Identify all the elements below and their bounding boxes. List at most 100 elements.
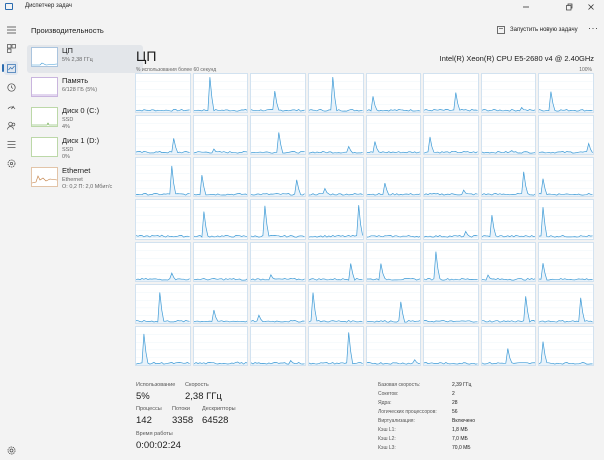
close-icon bbox=[588, 3, 594, 10]
logical-processor-graph bbox=[307, 157, 364, 198]
logical-processor-graph bbox=[135, 199, 191, 240]
run-new-task-label: Запустить новую задачу bbox=[510, 27, 578, 33]
uptime-label: Время работы bbox=[136, 431, 173, 437]
device-detail: SSD bbox=[62, 147, 74, 153]
prop-label: Кэш L3: bbox=[378, 445, 396, 451]
nav-details[interactable] bbox=[4, 137, 18, 151]
logical-processor-graph bbox=[423, 199, 479, 240]
logical-processor-graph bbox=[250, 157, 306, 198]
logical-processor-graph bbox=[192, 157, 249, 198]
logical-processor-graph bbox=[365, 325, 422, 366]
device-disk-0[interactable]: Диск 0 (C:) SSD 4% bbox=[27, 105, 143, 133]
logical-processor-graph bbox=[538, 199, 594, 240]
logical-processor-graph bbox=[365, 241, 422, 282]
processes-icon bbox=[6, 43, 16, 53]
task-manager-logo-icon bbox=[5, 3, 13, 10]
logical-processor-graph bbox=[192, 73, 249, 114]
threads-label: Потоки bbox=[172, 406, 190, 412]
details-icon bbox=[7, 140, 15, 148]
device-ethernet[interactable]: Ethernet Ethernet О: 0,2 П: 2,0 Мбит/с bbox=[27, 165, 143, 193]
nav-settings[interactable] bbox=[4, 443, 18, 457]
handles-label: Дескрипторы bbox=[202, 406, 236, 412]
menu-button[interactable] bbox=[4, 23, 18, 37]
device-detail: 5% 2,38 ГГц bbox=[62, 57, 93, 63]
logical-processor-graph bbox=[480, 157, 537, 198]
restore-icon bbox=[566, 3, 573, 10]
run-new-task-button[interactable]: Запустить новую задачу bbox=[497, 23, 578, 37]
logical-processor-graph bbox=[135, 283, 191, 324]
logical-processor-graph bbox=[250, 199, 306, 240]
logical-processor-graph bbox=[538, 325, 594, 366]
device-detail: 0% bbox=[62, 154, 70, 160]
logical-processor-graph bbox=[192, 283, 249, 324]
minimize-button[interactable] bbox=[515, 0, 537, 13]
logical-processor-graph-grid bbox=[135, 73, 594, 420]
nav-services[interactable] bbox=[4, 156, 18, 170]
logical-processor-graph bbox=[423, 325, 479, 366]
prop-label: Ядра: bbox=[378, 400, 392, 406]
maximize-button[interactable] bbox=[558, 0, 580, 13]
logical-processor-graph bbox=[250, 283, 306, 324]
logical-processor-graph bbox=[307, 283, 364, 324]
logical-processor-graph bbox=[538, 283, 594, 324]
device-name: ЦП bbox=[62, 46, 73, 55]
disk0-thumbnail-graph bbox=[31, 107, 58, 127]
device-memory[interactable]: Память 6/128 ГБ (5%) bbox=[27, 75, 143, 103]
speed-value: 2,38 ГГц bbox=[185, 391, 222, 402]
page-header: Производительность Запустить новую задач… bbox=[22, 13, 604, 45]
device-detail: SSD bbox=[62, 117, 74, 123]
logical-processor-graph bbox=[480, 283, 537, 324]
logical-processor-graph bbox=[192, 325, 249, 366]
logical-processor-graph bbox=[480, 199, 537, 240]
logical-processor-graph bbox=[365, 115, 422, 156]
navigation-rail bbox=[0, 13, 22, 460]
logical-processor-graph bbox=[307, 241, 364, 282]
ethernet-thumbnail-graph bbox=[31, 167, 58, 187]
logical-processor-graph bbox=[307, 199, 364, 240]
threads-value: 3358 bbox=[172, 415, 194, 426]
startup-icon bbox=[7, 105, 15, 109]
cpu-heading: ЦП bbox=[136, 48, 157, 64]
logical-processor-graph bbox=[192, 115, 249, 156]
nav-app-history[interactable] bbox=[4, 80, 18, 94]
prop-value: 2,39 ГГц bbox=[452, 382, 472, 388]
more-options-button[interactable]: ··· bbox=[588, 23, 599, 33]
processes-label: Процессы bbox=[136, 406, 162, 412]
nav-startup[interactable] bbox=[4, 99, 18, 113]
processes-value: 142 bbox=[136, 415, 152, 426]
handles-value: 64528 bbox=[202, 415, 229, 426]
nav-performance[interactable] bbox=[2, 61, 18, 75]
prop-label: Сокетов: bbox=[378, 391, 399, 397]
device-list: ЦП 5% 2,38 ГГц Память 6/128 ГБ (5%) Диск… bbox=[22, 45, 143, 460]
disk1-thumbnail-graph bbox=[31, 137, 58, 157]
device-name: Память bbox=[62, 76, 89, 85]
logical-processor-graph bbox=[192, 199, 249, 240]
prop-value: 2 bbox=[452, 391, 455, 397]
cpu-thumbnail-graph bbox=[31, 47, 58, 67]
services-icon bbox=[7, 159, 15, 167]
logical-processor-graph bbox=[423, 157, 479, 198]
logical-processor-graph bbox=[423, 115, 479, 156]
device-detail: Ethernet bbox=[62, 177, 83, 183]
logical-processor-graph bbox=[135, 115, 191, 156]
device-disk-1[interactable]: Диск 1 (D:) SSD 0% bbox=[27, 135, 143, 163]
close-button[interactable] bbox=[580, 0, 602, 13]
logical-processor-graph bbox=[250, 325, 306, 366]
utilization-value: 5% bbox=[136, 391, 150, 402]
prop-label: Базовая скорость: bbox=[378, 382, 421, 388]
device-detail: 6/128 ГБ (5%) bbox=[62, 87, 98, 93]
nav-users[interactable] bbox=[4, 118, 18, 132]
logical-processor-graph bbox=[365, 157, 422, 198]
title-bar: Диспетчер задач bbox=[0, 0, 604, 13]
logical-processor-graph bbox=[423, 283, 479, 324]
logical-processor-graph bbox=[250, 241, 306, 282]
logical-processor-graph bbox=[192, 241, 249, 282]
prop-value: 28 bbox=[452, 400, 458, 406]
nav-processes[interactable] bbox=[4, 41, 18, 55]
device-detail: 4% bbox=[62, 124, 70, 130]
run-task-icon bbox=[497, 26, 505, 34]
logical-processor-graph bbox=[250, 115, 306, 156]
logical-processor-graph bbox=[307, 115, 364, 156]
device-cpu[interactable]: ЦП 5% 2,38 ГГц bbox=[27, 45, 143, 73]
cpu-panel: ЦП Intel(R) Xeon(R) CPU E5-2680 v4 @ 2.4… bbox=[135, 45, 604, 460]
